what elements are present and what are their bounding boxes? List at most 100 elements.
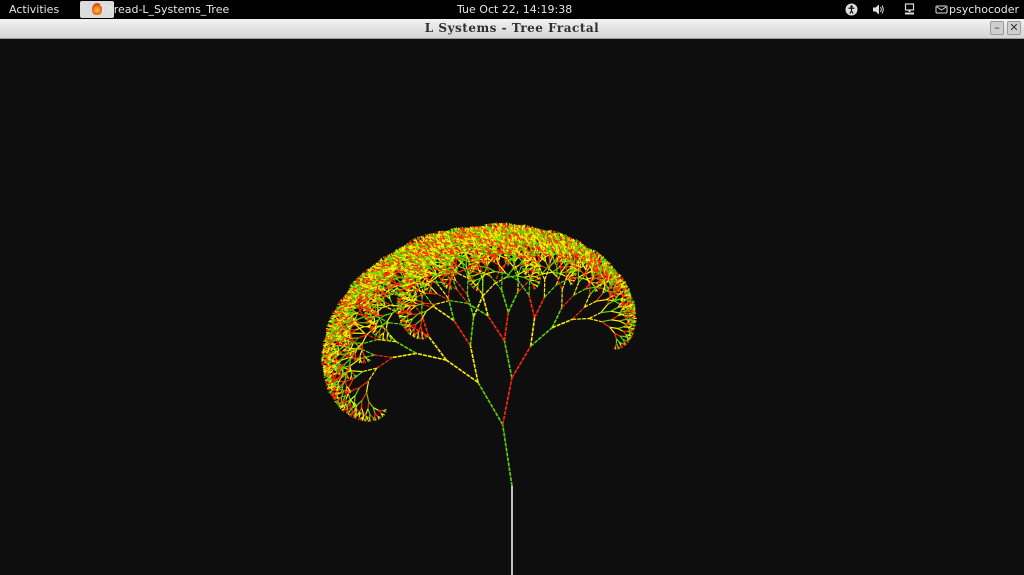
branch-segment xyxy=(376,357,394,369)
branch-segment xyxy=(433,241,437,244)
branch-segment xyxy=(417,249,421,252)
branch-segment xyxy=(503,340,513,378)
branch-segment xyxy=(343,305,348,308)
branch-segment xyxy=(453,320,472,346)
app-menu-label[interactable]: Thread-L_Systems_Tree xyxy=(100,3,229,16)
branch-segment xyxy=(356,312,366,317)
branch-segment xyxy=(437,243,442,246)
branch-segment xyxy=(445,359,479,384)
window-titlebar[interactable]: L Systems - Tree Fractal – ✕ xyxy=(0,19,1024,39)
branch-segment xyxy=(337,322,342,324)
branch-segment xyxy=(401,292,407,294)
branch-segment xyxy=(398,292,402,294)
branch-segment xyxy=(329,323,333,326)
branch-segment xyxy=(365,285,370,287)
branch-segment xyxy=(392,352,417,359)
branch-segment xyxy=(357,417,360,421)
branch-segment xyxy=(422,263,427,266)
branch-segment xyxy=(325,328,330,330)
branch-segment xyxy=(415,299,425,304)
branch-segment xyxy=(392,257,397,260)
clock[interactable]: Tue Oct 22, 14:19:38 xyxy=(457,3,572,16)
branch-segment xyxy=(396,301,401,304)
branch-segment xyxy=(347,296,351,298)
branch-segment xyxy=(359,354,375,360)
branch-segment xyxy=(332,323,336,325)
user-status-icon[interactable] xyxy=(935,3,948,16)
branch-segment xyxy=(376,304,379,316)
minimize-button[interactable]: – xyxy=(990,21,1004,35)
branch-segment xyxy=(324,337,329,340)
branch-segment xyxy=(371,285,376,288)
branch-segment xyxy=(359,278,363,281)
branch-segment xyxy=(326,338,330,341)
branch-segment xyxy=(501,377,513,425)
branch-segment xyxy=(371,269,375,272)
branch-segment xyxy=(385,337,388,342)
user-menu[interactable]: psychocoder xyxy=(949,3,1019,16)
branch-segment xyxy=(320,358,325,361)
branch-segment xyxy=(482,283,495,297)
branch-segment xyxy=(337,315,342,318)
branch-segment xyxy=(403,302,408,305)
branch-segment xyxy=(410,264,415,267)
branch-segment xyxy=(337,318,341,320)
branch-segment xyxy=(386,333,389,338)
branch-segment xyxy=(371,289,376,292)
branch-segment xyxy=(363,338,378,344)
tree-fractal xyxy=(320,222,637,575)
branch-segment xyxy=(356,315,366,321)
branch-segment xyxy=(364,418,367,422)
close-button[interactable]: ✕ xyxy=(1007,21,1021,35)
branch-segment xyxy=(322,350,326,353)
branch-segment xyxy=(477,381,504,426)
branch-segment xyxy=(422,270,427,273)
branch-segment xyxy=(343,299,348,302)
branch-segment xyxy=(351,370,363,373)
branch-segment xyxy=(368,271,372,274)
branch-segment xyxy=(419,270,423,273)
fractal-canvas[interactable] xyxy=(0,39,1024,575)
network-icon[interactable] xyxy=(903,3,916,16)
branch-segment xyxy=(446,243,450,246)
branch-segment xyxy=(421,245,425,248)
branch-segment xyxy=(382,410,387,413)
branch-segment xyxy=(420,335,423,340)
branch-segment xyxy=(339,400,343,405)
branch-segment xyxy=(412,313,419,320)
window-title: L Systems - Tree Fractal xyxy=(424,21,600,35)
branch-segment xyxy=(358,292,362,295)
branch-segment xyxy=(343,326,348,329)
branch-segment xyxy=(501,424,513,487)
branch-segment xyxy=(408,257,413,260)
volume-icon[interactable] xyxy=(872,3,885,16)
branch-segment xyxy=(374,274,378,277)
branch-segment xyxy=(405,319,409,324)
branch-segment xyxy=(376,271,380,274)
branch-segment xyxy=(386,260,390,263)
branch-segment xyxy=(362,285,366,287)
branch-segment xyxy=(368,401,374,408)
branch-segment xyxy=(455,280,468,295)
accessibility-icon[interactable] xyxy=(845,3,858,16)
branch-segment xyxy=(344,302,348,305)
branch-segment xyxy=(469,316,475,346)
branch-segment xyxy=(431,252,435,255)
branch-segment xyxy=(358,288,362,291)
branch-segment xyxy=(376,275,380,278)
activities-button[interactable]: Activities xyxy=(9,3,59,16)
branch-segment xyxy=(405,247,409,250)
branch-segment xyxy=(409,305,417,311)
branch-segment xyxy=(359,349,363,356)
branch-segment xyxy=(456,289,469,304)
branch-segment xyxy=(425,292,438,295)
branch-segment xyxy=(322,354,326,356)
branch-segment xyxy=(409,272,413,275)
branch-segment xyxy=(523,276,530,281)
branch-segment xyxy=(378,266,382,269)
branch-segment xyxy=(365,408,369,415)
branch-segment xyxy=(335,314,339,317)
branch-segment xyxy=(367,401,370,409)
branch-segment xyxy=(324,343,328,346)
branches xyxy=(320,222,637,487)
